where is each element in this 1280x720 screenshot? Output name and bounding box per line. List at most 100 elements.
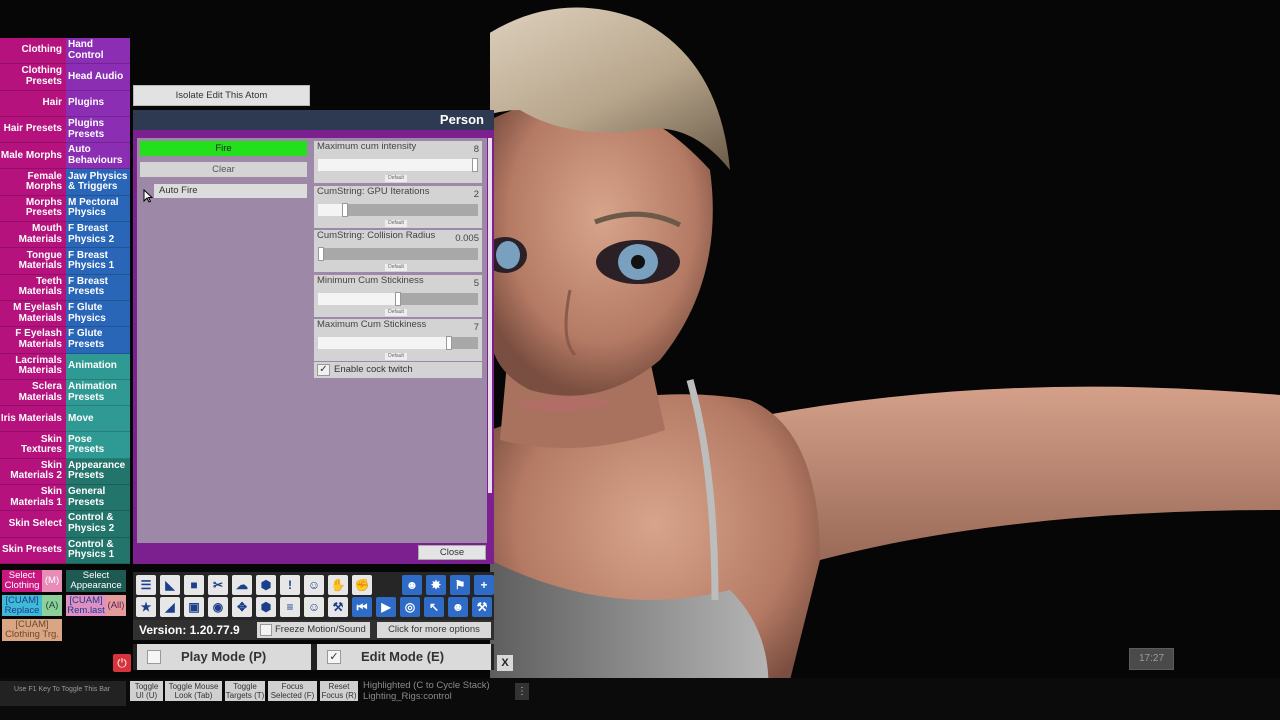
power-icon[interactable]: ⏻ [113, 654, 131, 672]
right-category-tab[interactable]: Move [66, 406, 130, 433]
slider-handle[interactable] [472, 158, 478, 172]
isolate-edit-atom-button[interactable]: Isolate Edit This Atom [133, 85, 310, 106]
hand-icon[interactable]: ✋ [328, 575, 348, 595]
person-blue-icon[interactable]: ☻ [402, 575, 422, 595]
panel-scrollbar[interactable] [488, 138, 492, 493]
cuam-replace-button[interactable]: [CUAM] Replace [2, 595, 42, 616]
right-category-tab[interactable]: F Glute Physics [66, 300, 130, 328]
person-edit-icon[interactable]: ☺ [304, 597, 324, 617]
viewport-3d[interactable] [490, 0, 1280, 720]
select-appearance-button[interactable]: Select Appearance [66, 570, 126, 592]
slider-default-button[interactable]: Default [385, 220, 407, 227]
checkbox-icon[interactable]: ✓ [327, 650, 341, 664]
enable-cock-twitch-toggle[interactable]: ✓ Enable cock twitch [314, 362, 482, 378]
right-category-tab[interactable]: General Presets [66, 485, 130, 512]
cube-icon[interactable]: ⬢ [256, 575, 276, 595]
more-options-button[interactable]: Click for more options [377, 622, 491, 638]
checkbox-icon[interactable] [147, 650, 161, 664]
left-category-tab[interactable]: Skin Presets [0, 537, 66, 564]
left-category-tab[interactable]: Sclera Materials [0, 379, 66, 407]
slider-default-button[interactable]: Default [385, 264, 407, 271]
slider-default-button[interactable]: Default [385, 175, 407, 182]
alert-icon[interactable]: ! [280, 575, 300, 595]
slider-track[interactable] [318, 292, 478, 306]
right-category-tab[interactable]: Hand Control [66, 38, 130, 65]
plus-icon[interactable]: + [474, 575, 494, 595]
bottom-toggle-button[interactable]: Reset Focus (R) [320, 681, 358, 701]
target-icon[interactable]: ◎ [400, 597, 420, 617]
hand-grab-icon[interactable]: ✊ [352, 575, 372, 595]
bottom-toggle-button[interactable]: Toggle UI (U) [130, 681, 163, 701]
left-category-tab[interactable]: Clothing [0, 38, 66, 65]
bottom-toggle-button[interactable]: Focus Selected (F) [268, 681, 317, 701]
bottom-toggle-button[interactable]: Toggle Mouse Look (Tab) [165, 681, 222, 701]
play-mode-toggle[interactable]: Play Mode (P) [137, 644, 311, 670]
auto-fire-button[interactable]: Auto Fire [154, 184, 307, 198]
left-category-tab[interactable]: Iris Materials [0, 406, 66, 433]
right-category-tab[interactable]: Jaw Physics & Triggers [66, 169, 130, 196]
right-category-tab[interactable]: F Breast Physics 1 [66, 248, 130, 275]
slider-default-button[interactable]: Default [385, 309, 407, 316]
play-icon[interactable]: ▶ [376, 597, 396, 617]
scene-save-icon[interactable]: ◢ [160, 597, 180, 617]
pointer-icon[interactable]: ↖ [424, 597, 444, 617]
cloud-upload-icon[interactable]: ☁ [232, 575, 252, 595]
folder-icon[interactable]: ■ [184, 575, 204, 595]
menu-icon[interactable]: ☰ [136, 575, 156, 595]
left-category-tab[interactable]: Teeth Materials [0, 274, 66, 301]
left-category-tab[interactable]: Skin Materials 1 [0, 485, 66, 512]
close-ui-button[interactable]: X [497, 655, 513, 671]
cut-icon[interactable]: ✂ [208, 575, 228, 595]
edit-mode-toggle[interactable]: ✓ Edit Mode (E) [317, 644, 491, 670]
select-clothing-button[interactable]: Select Clothing [2, 570, 42, 592]
network-icon[interactable]: ✥ [232, 597, 252, 617]
left-category-tab[interactable]: Lacrimals Materials [0, 353, 66, 380]
document-icon[interactable]: ≡ [280, 597, 300, 617]
left-category-tab[interactable]: Skin Select [0, 511, 66, 538]
star-icon[interactable]: ★ [136, 597, 156, 617]
left-category-tab[interactable]: Morphs Presets [0, 195, 66, 223]
scene-load-icon[interactable]: ◣ [160, 575, 180, 595]
right-category-tab[interactable]: F Breast Presets [66, 274, 130, 301]
left-category-tab[interactable]: F Eyelash Materials [0, 327, 66, 354]
right-category-tab[interactable]: F Breast Physics 2 [66, 222, 130, 249]
right-category-tab[interactable]: Animation [66, 353, 130, 380]
checkbox-icon[interactable] [260, 624, 272, 636]
bottom-toggle-button[interactable]: Toggle Targets (T) [225, 681, 265, 701]
left-category-tab[interactable]: Skin Textures [0, 432, 66, 459]
slider-track[interactable] [318, 247, 478, 261]
flag-icon[interactable]: ⚑ [450, 575, 470, 595]
left-category-tab[interactable]: Mouth Materials [0, 222, 66, 249]
slider-track[interactable] [318, 336, 478, 350]
slider-handle[interactable] [446, 336, 452, 350]
right-category-tab[interactable]: M Pectoral Physics [66, 195, 130, 223]
right-category-tab[interactable]: F Glute Presets [66, 327, 130, 354]
freeze-motion-toggle[interactable]: Freeze Motion/Sound [257, 622, 370, 638]
tools-icon[interactable]: ⚒ [472, 597, 492, 617]
left-category-tab[interactable]: M Eyelash Materials [0, 300, 66, 328]
person-add-icon[interactable]: ☺ [304, 575, 324, 595]
camera-folder-icon[interactable]: ▣ [184, 597, 204, 617]
left-category-tab[interactable]: Skin Materials 2 [0, 458, 66, 486]
right-category-tab[interactable]: Control & Physics 1 [66, 537, 130, 564]
right-category-tab[interactable]: Head Audio [66, 64, 130, 91]
wrench-hand-icon[interactable]: ⚒ [328, 597, 348, 617]
left-category-tab[interactable]: Tongue Materials [0, 248, 66, 275]
camera-icon[interactable]: ◉ [208, 597, 228, 617]
slider-handle[interactable] [395, 292, 401, 306]
slider-default-button[interactable]: Default [385, 353, 407, 360]
cuam-remlast-button[interactable]: [CUAM] Rem.last [66, 595, 106, 616]
left-category-tab[interactable]: Hair [0, 90, 66, 117]
skip-back-icon[interactable]: ⏮ [352, 597, 372, 617]
right-category-tab[interactable]: Control & Physics 2 [66, 511, 130, 538]
more-menu-icon[interactable]: ⋮ [515, 683, 529, 700]
right-category-tab[interactable]: Auto Behaviours [66, 143, 130, 170]
slider-handle[interactable] [318, 247, 324, 261]
people-icon[interactable]: ☻ [448, 597, 468, 617]
left-category-tab[interactable]: Clothing Presets [0, 64, 66, 91]
close-button[interactable]: Close [418, 545, 486, 560]
left-category-tab[interactable]: Hair Presets [0, 116, 66, 144]
slider-handle[interactable] [342, 203, 348, 217]
right-category-tab[interactable]: Plugins [66, 90, 130, 117]
checkbox-icon[interactable]: ✓ [317, 364, 330, 376]
